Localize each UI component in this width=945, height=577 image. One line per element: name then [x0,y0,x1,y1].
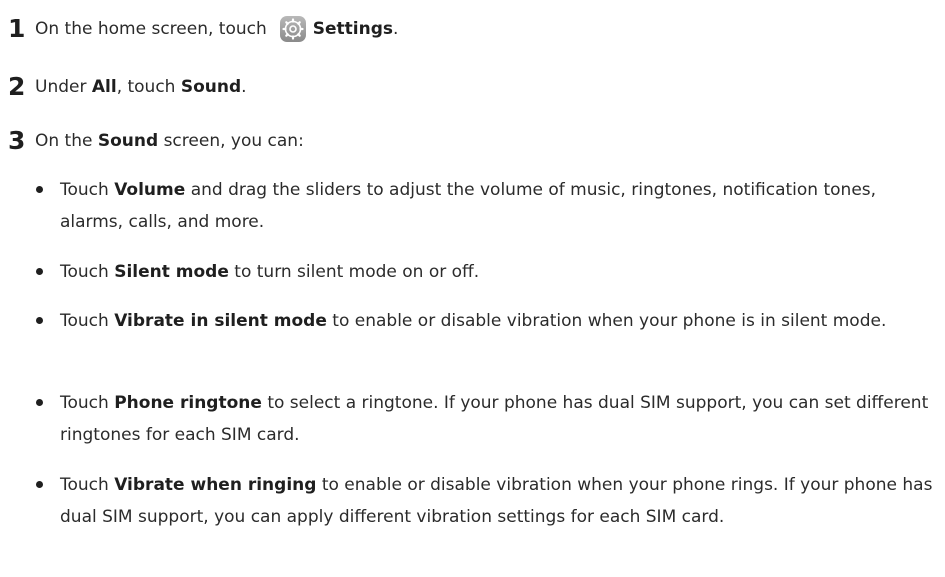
bullet-icon [36,399,43,406]
list-item: Touch Phone ringtone to select a rington… [36,387,936,451]
list-item: Touch Vibrate in silent mode to enable o… [36,305,936,337]
list-item: Touch Silent mode to turn silent mode on… [36,256,936,288]
step-2: 2 Under All, touch Sound. [8,72,247,101]
bullet-icon [36,481,43,488]
step-text: On the Sound screen, you can: [35,130,304,151]
bullet-icon [36,186,43,193]
list-item: Touch Volume and drag the sliders to adj… [36,174,936,238]
step-3: 3 On the Sound screen, you can: [8,126,304,155]
step-number: 2 [8,72,26,101]
step-number: 1 [8,14,26,43]
step-1: 1 On the home screen, touch Settings. [8,14,398,43]
step-text: On the home screen, touch [35,18,267,39]
step-text: Under All, touch Sound. [35,76,247,97]
list-item-text: Touch Vibrate when ringing to enable or … [60,475,933,527]
settings-gear-icon [279,15,307,43]
bullet-icon [36,317,43,324]
list-item-text: Touch Volume and drag the sliders to adj… [60,180,877,232]
list-item: Touch Vibrate when ringing to enable or … [36,469,936,533]
list-item-text: Touch Vibrate in silent mode to enable o… [60,311,887,331]
step-number: 3 [8,126,26,155]
step-text-continued: Settings. [312,18,399,39]
bullet-icon [36,268,43,275]
list-item-text: Touch Phone ringtone to select a rington… [60,393,929,445]
list-item-text: Touch Silent mode to turn silent mode on… [60,262,480,282]
